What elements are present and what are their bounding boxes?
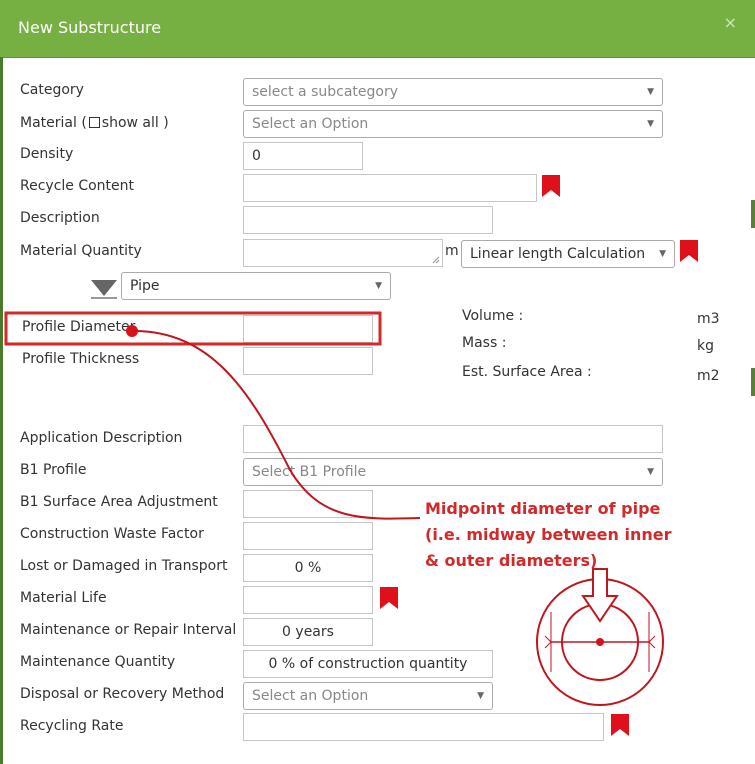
highlight-box [4, 311, 382, 346]
new-substructure-dialog: New Substructure × Category select a sub… [0, 0, 755, 764]
down-arrow-icon [581, 568, 619, 623]
annotation-text: Midpoint diameter of pipe (i.e. midway b… [425, 499, 672, 570]
arrowhead [544, 635, 552, 649]
annotation-overlay [4, 311, 664, 706]
annotation-curve [131, 329, 421, 520]
arrowhead [648, 635, 656, 649]
